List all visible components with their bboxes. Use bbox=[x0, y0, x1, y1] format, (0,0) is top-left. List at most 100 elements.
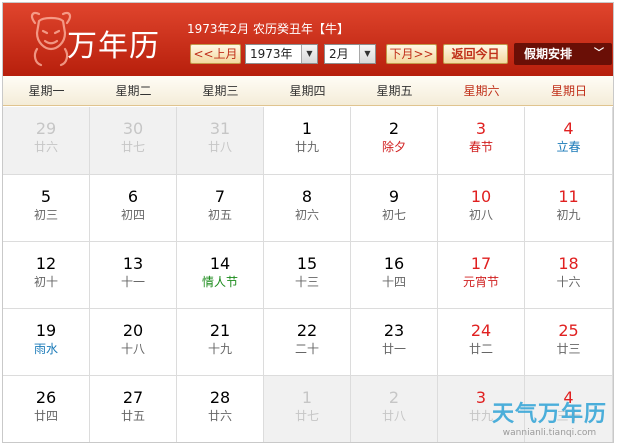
day-cell[interactable]: 9 初七 bbox=[351, 175, 438, 242]
day-number: 2 bbox=[388, 119, 400, 138]
day-cell[interactable]: 17 元宵节 bbox=[438, 242, 525, 309]
prev-month-button[interactable]: <<上月 bbox=[190, 44, 241, 64]
day-cell[interactable]: 25 廿三 bbox=[525, 309, 613, 376]
lunar-date: 初八 bbox=[468, 208, 493, 222]
lunar-date: 廿五 bbox=[120, 409, 145, 423]
day-cell[interactable]: 30 廿七 bbox=[90, 107, 177, 175]
month-select[interactable]: 2月 ▼ bbox=[324, 44, 376, 64]
day-number: 10 bbox=[470, 187, 492, 206]
day-number: 6 bbox=[127, 187, 139, 206]
day-cell[interactable]: 5 初三 bbox=[3, 175, 90, 242]
day-number: 5 bbox=[40, 187, 52, 206]
chevron-down-icon: ▼ bbox=[359, 45, 375, 63]
day-number: 26 bbox=[35, 388, 57, 407]
year-select[interactable]: 1973年 ▼ bbox=[245, 44, 318, 64]
day-number: 22 bbox=[296, 321, 318, 340]
day-number: 25 bbox=[558, 321, 579, 340]
lunar-date: 廿六 bbox=[207, 409, 232, 423]
holiday-schedule-select[interactable]: 假期安排 ﹀ bbox=[514, 43, 612, 65]
day-number: 11 bbox=[558, 187, 579, 206]
day-cell[interactable]: 14 情人节 bbox=[177, 242, 264, 309]
day-cell[interactable]: 26 廿四 bbox=[3, 376, 90, 442]
year-select-value: 1973年 bbox=[250, 47, 293, 61]
lunar-date: 廿八 bbox=[381, 409, 406, 423]
lunar-date: 十九 bbox=[207, 342, 232, 356]
month-select-value: 2月 bbox=[329, 47, 349, 61]
lunar-date: 廿七 bbox=[120, 140, 145, 154]
lunar-date: 十六 bbox=[556, 275, 581, 289]
day-cell[interactable]: 21 十九 bbox=[177, 309, 264, 376]
holiday-select-label: 假期安排 bbox=[524, 47, 573, 61]
day-cell[interactable]: 13 十一 bbox=[90, 242, 177, 309]
calendar-header: 万年历 1973年2月 农历癸丑年【牛】 <<上月 1973年 ▼ 2月 ▼ 下… bbox=[3, 3, 613, 76]
chevron-down-icon: ﹀ bbox=[594, 48, 604, 59]
day-cell[interactable]: 1 廿七 bbox=[264, 376, 351, 442]
lunar-date: 廿九 bbox=[294, 140, 319, 154]
day-number: 1 bbox=[301, 119, 313, 138]
day-number: 4 bbox=[563, 119, 574, 138]
current-date-info: 1973年2月 农历癸丑年【牛】 bbox=[187, 22, 349, 36]
day-cell[interactable]: 22 二十 bbox=[264, 309, 351, 376]
day-cell[interactable]: 16 十四 bbox=[351, 242, 438, 309]
day-number: 15 bbox=[296, 254, 318, 273]
weekday-label: 星期日 bbox=[550, 84, 587, 98]
day-number: 17 bbox=[470, 254, 492, 273]
day-cell[interactable]: 18 十六 bbox=[525, 242, 613, 309]
day-number: 28 bbox=[209, 388, 231, 407]
today-button[interactable]: 返回今日 bbox=[443, 44, 508, 64]
lunar-date: 初七 bbox=[381, 208, 406, 222]
weekday-label: 星期三 bbox=[202, 84, 239, 98]
day-cell[interactable]: 28 廿六 bbox=[177, 376, 264, 442]
day-cell[interactable]: 12 初十 bbox=[3, 242, 90, 309]
weekday-label: 星期一 bbox=[28, 84, 65, 98]
day-cell[interactable]: 6 初四 bbox=[90, 175, 177, 242]
lunar-date: 廿八 bbox=[207, 140, 232, 154]
lunar-date: 情人节 bbox=[201, 275, 238, 289]
day-cell[interactable]: 11 初九 bbox=[525, 175, 613, 242]
lunar-date: 二十 bbox=[294, 342, 319, 356]
weekday-label: 星期五 bbox=[376, 84, 413, 98]
day-cell[interactable]: 8 初六 bbox=[264, 175, 351, 242]
lunar-date: 廿四 bbox=[33, 409, 58, 423]
calendar-widget: 万年历 1973年2月 农历癸丑年【牛】 <<上月 1973年 ▼ 2月 ▼ 下… bbox=[2, 2, 614, 443]
day-cell[interactable]: 3 春节 bbox=[438, 107, 525, 175]
lunar-date: 廿二 bbox=[468, 342, 493, 356]
day-cell[interactable]: 23 廿一 bbox=[351, 309, 438, 376]
watermark-title: 天气万年历 bbox=[491, 402, 607, 427]
chevron-down-icon: ▼ bbox=[301, 45, 317, 63]
lunar-date: 廿三 bbox=[556, 342, 581, 356]
lunar-date: 初四 bbox=[120, 208, 145, 222]
weekday-label: 星期二 bbox=[115, 84, 152, 98]
day-number: 14 bbox=[209, 254, 231, 273]
day-cell[interactable]: 1 廿九 bbox=[264, 107, 351, 175]
lunar-date: 雨水 bbox=[33, 342, 58, 356]
lunar-date: 十一 bbox=[120, 275, 145, 289]
weekday-label: 星期四 bbox=[289, 84, 326, 98]
weekday-header-row: 星期一 星期二 星期三 星期四 星期五 星期六 星期日 bbox=[3, 76, 613, 106]
day-cell[interactable]: 2 除夕 bbox=[351, 107, 438, 175]
day-cell[interactable]: 2 廿八 bbox=[351, 376, 438, 442]
day-number: 18 bbox=[558, 254, 579, 273]
day-number: 19 bbox=[35, 321, 57, 340]
lunar-date: 初十 bbox=[33, 275, 58, 289]
lunar-date: 初三 bbox=[33, 208, 58, 222]
lunar-date: 廿一 bbox=[381, 342, 406, 356]
day-number: 16 bbox=[383, 254, 405, 273]
day-cell[interactable]: 19 雨水 bbox=[3, 309, 90, 376]
watermark: 天气万年历 wannianli.tianqi.com bbox=[492, 396, 607, 438]
day-cell[interactable]: 20 十八 bbox=[90, 309, 177, 376]
next-month-button[interactable]: 下月>> bbox=[386, 44, 437, 64]
day-cell[interactable]: 24 廿二 bbox=[438, 309, 525, 376]
day-cell[interactable]: 29 廿六 bbox=[3, 107, 90, 175]
day-cell[interactable]: 15 十三 bbox=[264, 242, 351, 309]
lunar-date: 十八 bbox=[120, 342, 145, 356]
day-number: 31 bbox=[209, 119, 231, 138]
day-cell[interactable]: 7 初五 bbox=[177, 175, 264, 242]
day-number: 30 bbox=[122, 119, 144, 138]
day-cell[interactable]: 4 立春 bbox=[525, 107, 613, 175]
day-cell[interactable]: 27 廿五 bbox=[90, 376, 177, 442]
day-cell[interactable]: 10 初八 bbox=[438, 175, 525, 242]
day-number: 21 bbox=[209, 321, 231, 340]
day-cell[interactable]: 31 廿八 bbox=[177, 107, 264, 175]
weekday-label: 星期六 bbox=[463, 84, 500, 98]
